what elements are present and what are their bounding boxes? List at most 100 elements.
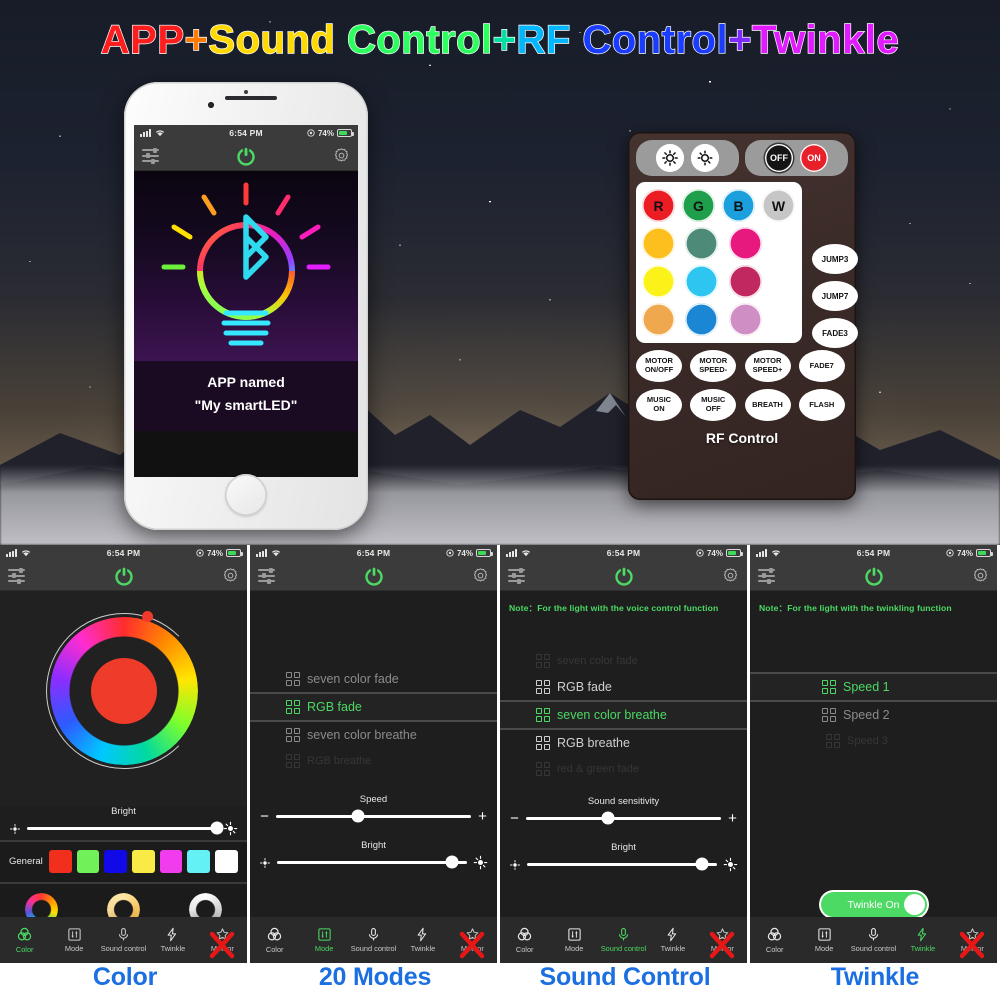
- swatch[interactable]: [132, 850, 155, 873]
- jump7-button[interactable]: JUMP7: [812, 281, 858, 311]
- tab-mode[interactable]: Mode: [299, 927, 348, 953]
- on-button[interactable]: ON: [800, 144, 828, 172]
- motor-speed-down-button[interactable]: MOTOR SPEED-: [690, 350, 737, 382]
- slider-knob[interactable]: [695, 857, 709, 871]
- swatch[interactable]: [187, 850, 211, 873]
- tab-sound-control[interactable]: Sound control: [849, 927, 898, 953]
- fade3-button[interactable]: FADE3: [812, 318, 858, 348]
- tab-sound-control[interactable]: Sound control: [99, 927, 148, 953]
- slider-knob[interactable]: [601, 811, 615, 825]
- flash-button[interactable]: FLASH: [798, 389, 845, 421]
- tab-color[interactable]: Color: [750, 926, 799, 954]
- tab-twinkle[interactable]: Twinkle: [898, 927, 947, 953]
- tab-meteor[interactable]: Meteor: [948, 927, 997, 959]
- sliders-icon[interactable]: [758, 567, 775, 584]
- gear-icon[interactable]: [722, 567, 739, 584]
- motor-speed-up-button[interactable]: MOTOR SPEED+: [744, 350, 791, 382]
- mode-row-active[interactable]: Speed 1: [750, 672, 997, 702]
- mode-row[interactable]: Speed 3: [750, 728, 997, 754]
- swatch[interactable]: [48, 850, 72, 873]
- toggle-knob[interactable]: [903, 894, 925, 915]
- color-button-r[interactable]: R: [642, 189, 675, 222]
- gear-icon[interactable]: [472, 567, 489, 584]
- slider-knob[interactable]: [351, 809, 365, 823]
- color-button-b[interactable]: B: [722, 189, 755, 222]
- slider-knob[interactable]: [445, 855, 459, 869]
- tab-twinkle[interactable]: Twinkle: [398, 927, 447, 953]
- tab-twinkle[interactable]: Twinkle: [148, 927, 197, 953]
- slider-knob[interactable]: [210, 821, 224, 835]
- swatch[interactable]: [104, 850, 128, 873]
- tab-twinkle[interactable]: Twinkle: [648, 927, 697, 953]
- slider-track[interactable]: [276, 809, 471, 823]
- tab-sound-control[interactable]: Sound control: [349, 927, 398, 953]
- swatch[interactable]: [215, 850, 238, 873]
- gear-icon[interactable]: [222, 567, 239, 584]
- slider-track[interactable]: [526, 811, 721, 825]
- color-button[interactable]: [728, 303, 762, 336]
- power-icon[interactable]: [113, 565, 135, 587]
- power-icon[interactable]: [363, 565, 385, 587]
- power-icon[interactable]: [235, 145, 257, 167]
- mode-row[interactable]: RGB breathe: [250, 748, 497, 774]
- sliders-icon[interactable]: [258, 567, 275, 584]
- tab-color[interactable]: Color: [250, 926, 299, 954]
- power-icon[interactable]: [863, 565, 885, 587]
- color-button[interactable]: [685, 303, 719, 336]
- swatch[interactable]: [76, 850, 100, 873]
- plus-icon[interactable]: +: [477, 809, 488, 824]
- mode-row-active[interactable]: RGB fade: [250, 692, 497, 722]
- tab-meteor[interactable]: Meteor: [198, 927, 247, 959]
- gear-icon[interactable]: [972, 567, 989, 584]
- mode-row[interactable]: red & green fade: [500, 756, 747, 782]
- home-button[interactable]: [225, 474, 267, 516]
- mode-row[interactable]: seven color fade: [250, 666, 497, 692]
- tab-mode[interactable]: Mode: [549, 927, 598, 953]
- power-icon[interactable]: [613, 565, 635, 587]
- minus-icon[interactable]: −: [509, 811, 520, 826]
- sound-sensitivity-slider[interactable]: − +: [500, 807, 747, 830]
- color-button[interactable]: [642, 303, 675, 336]
- color-button[interactable]: [685, 265, 719, 298]
- brightness-slider[interactable]: [500, 853, 747, 876]
- tab-color[interactable]: Color: [500, 926, 549, 954]
- color-button[interactable]: [728, 227, 762, 260]
- music-off-button[interactable]: MUSIC OFF: [690, 389, 737, 421]
- brightness-slider[interactable]: [0, 817, 247, 840]
- jump3-button[interactable]: JUMP3: [812, 244, 858, 274]
- color-button[interactable]: [642, 265, 675, 298]
- brightness-slider[interactable]: [250, 851, 497, 874]
- color-button-g[interactable]: G: [682, 189, 715, 222]
- twinkle-toggle[interactable]: Twinkle On: [820, 892, 927, 917]
- minus-icon[interactable]: −: [259, 809, 270, 824]
- brightness-down-button[interactable]: [691, 144, 719, 172]
- sliders-icon[interactable]: [508, 567, 525, 584]
- breath-button[interactable]: BREATH: [744, 389, 791, 421]
- slider-track[interactable]: [27, 821, 224, 835]
- mode-row[interactable]: seven color breathe: [250, 722, 497, 748]
- brightness-up-button[interactable]: [656, 144, 684, 172]
- tab-mode[interactable]: Mode: [49, 927, 98, 953]
- mode-row[interactable]: seven color fade: [500, 648, 747, 674]
- mode-row[interactable]: Speed 2: [750, 702, 997, 728]
- tab-meteor[interactable]: Meteor: [698, 927, 747, 959]
- color-button-w[interactable]: W: [762, 189, 795, 222]
- speed-slider[interactable]: − +: [250, 805, 497, 828]
- music-on-button[interactable]: MUSIC ON: [636, 389, 682, 421]
- tab-meteor[interactable]: Meteor: [448, 927, 497, 959]
- mode-row-active[interactable]: seven color breathe: [500, 700, 747, 730]
- tab-sound-control[interactable]: Sound control: [599, 927, 648, 953]
- mode-row[interactable]: RGB fade: [500, 674, 747, 700]
- tab-mode[interactable]: Mode: [799, 927, 848, 953]
- tab-color[interactable]: Color: [0, 926, 49, 954]
- off-button[interactable]: OFF: [765, 144, 793, 172]
- color-button[interactable]: [642, 227, 675, 260]
- motor-onoff-button[interactable]: MOTOR ON/OFF: [636, 350, 682, 382]
- plus-icon[interactable]: +: [727, 811, 738, 826]
- sliders-icon[interactable]: [8, 567, 25, 584]
- mode-row[interactable]: RGB breathe: [500, 730, 747, 756]
- swatch[interactable]: [159, 850, 183, 873]
- slider-track[interactable]: [527, 857, 717, 871]
- fade7-button[interactable]: FADE7: [798, 350, 845, 382]
- sliders-icon[interactable]: [142, 147, 159, 164]
